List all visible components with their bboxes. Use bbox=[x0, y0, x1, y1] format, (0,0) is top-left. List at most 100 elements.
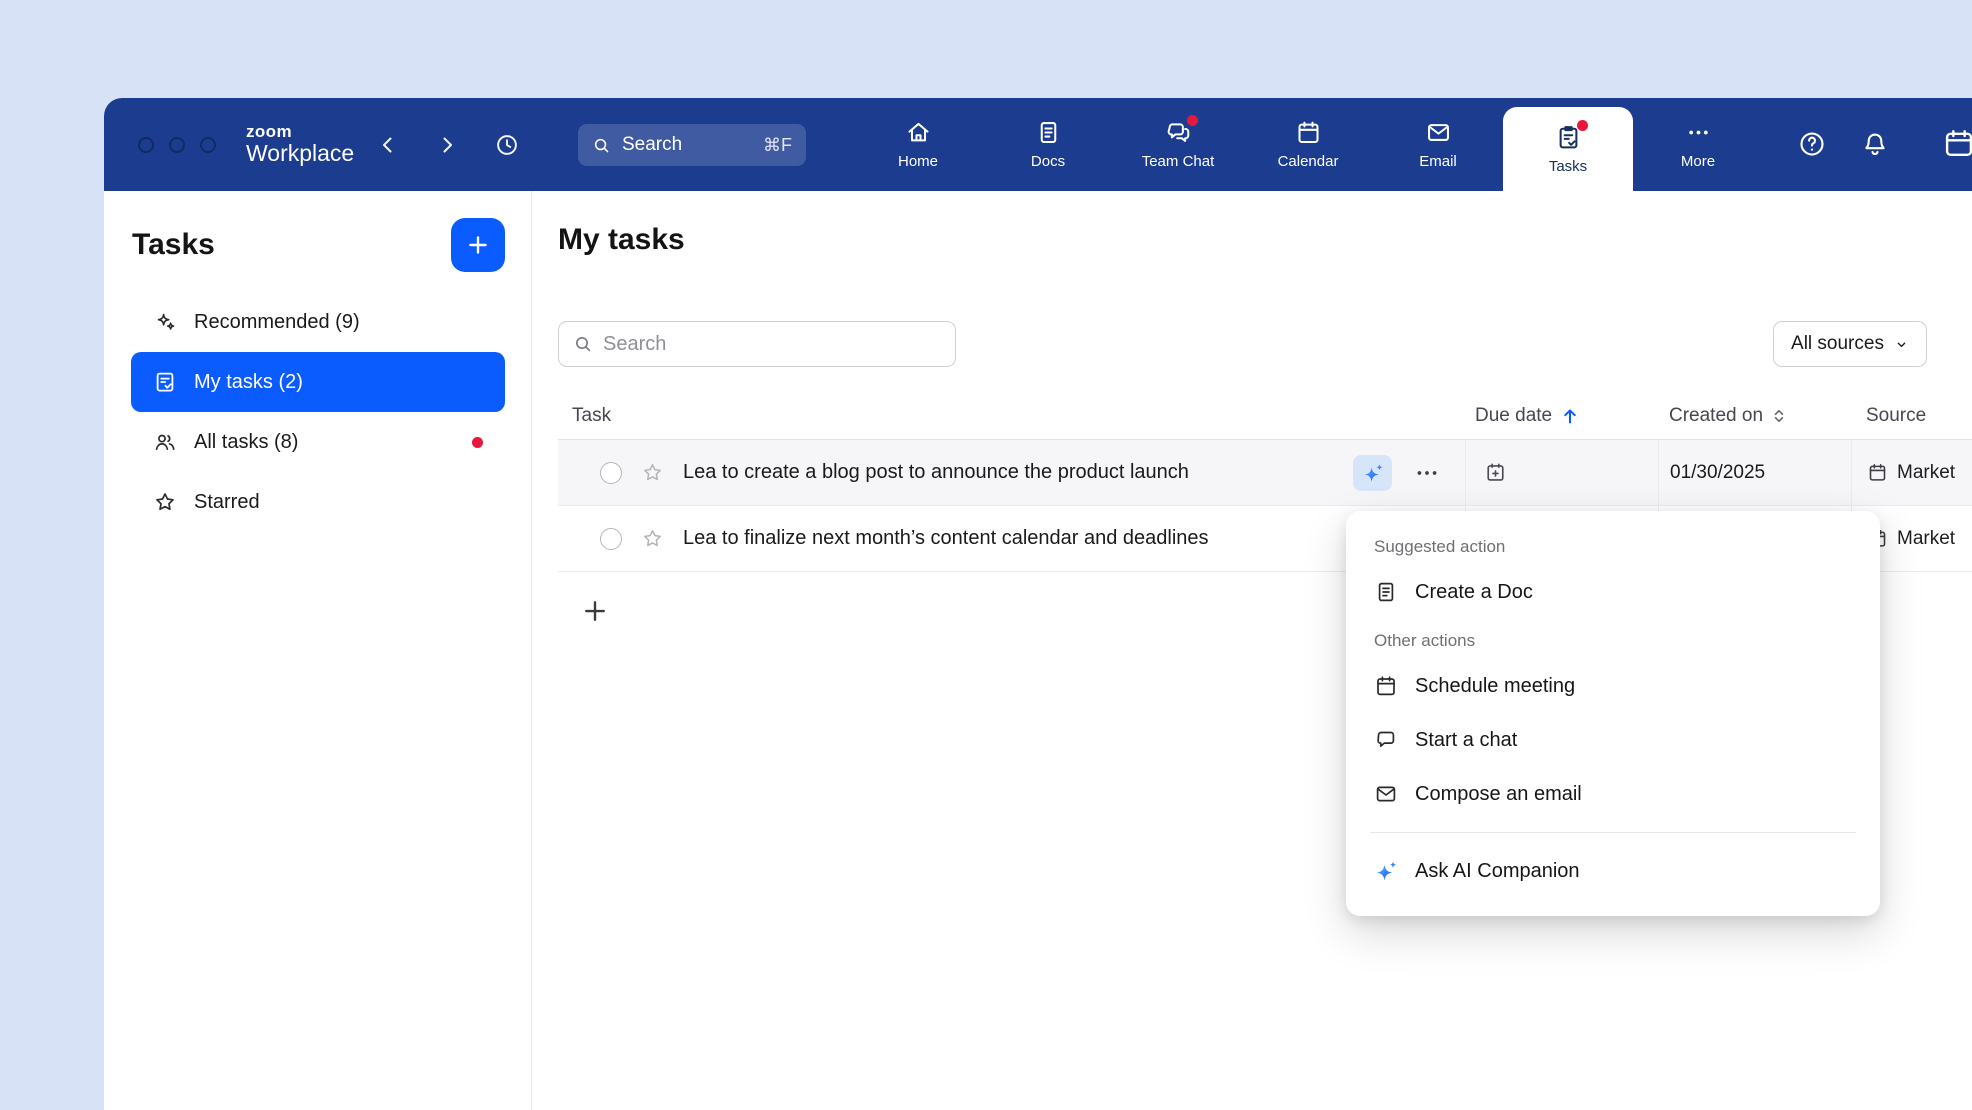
task-cell: Lea to create a blog post to announce th… bbox=[558, 440, 1465, 505]
sidebar-item-my-tasks[interactable]: My tasks (2) bbox=[131, 352, 505, 412]
ai-companion-icon bbox=[1362, 462, 1384, 484]
window-minimize-button[interactable] bbox=[169, 137, 185, 153]
column-created-on[interactable]: Created on bbox=[1658, 405, 1851, 427]
menu-item-create-doc[interactable]: Create a Doc bbox=[1346, 565, 1880, 619]
search-shortcut: ⌘F bbox=[763, 135, 792, 156]
due-date-cell[interactable] bbox=[1465, 440, 1658, 505]
calendar-add-icon bbox=[1484, 461, 1507, 484]
forward-icon[interactable] bbox=[435, 133, 459, 157]
menu-item-start-chat[interactable]: Start a chat bbox=[1346, 713, 1880, 767]
sources-filter[interactable]: All sources bbox=[1773, 321, 1927, 367]
logo-workplace-text: Workplace bbox=[246, 141, 354, 166]
page-title: My tasks bbox=[558, 223, 685, 257]
row-more-icon[interactable] bbox=[1410, 458, 1444, 488]
nav-team-chat-label: Team Chat bbox=[1142, 153, 1215, 170]
notifications-icon[interactable] bbox=[1860, 129, 1890, 159]
sidebar-item-label: Starred bbox=[194, 491, 260, 514]
task-title: Lea to create a blog post to announce th… bbox=[683, 461, 1189, 484]
sidebar: Tasks Recommended (9) My tasks (2) All t… bbox=[104, 191, 532, 1110]
sidebar-item-starred[interactable]: Starred bbox=[131, 472, 505, 532]
sort-ascending-icon bbox=[1560, 406, 1580, 426]
topbar: zoom Workplace Search ⌘F Home Docs bbox=[104, 98, 1972, 191]
task-complete-checkbox[interactable] bbox=[600, 462, 622, 484]
task-complete-checkbox[interactable] bbox=[600, 528, 622, 550]
global-search[interactable]: Search ⌘F bbox=[578, 124, 806, 166]
more-icon bbox=[1685, 119, 1712, 146]
menu-section-other: Other actions bbox=[1346, 619, 1880, 659]
star-icon[interactable] bbox=[641, 527, 664, 550]
main-content: My tasks All sources Task Due date Cre bbox=[532, 191, 1972, 1110]
menu-item-schedule-meeting[interactable]: Schedule meeting bbox=[1346, 659, 1880, 713]
column-due-date-label: Due date bbox=[1475, 405, 1552, 427]
back-icon[interactable] bbox=[376, 133, 400, 157]
nav-home[interactable]: Home bbox=[853, 98, 983, 191]
email-icon bbox=[1374, 782, 1398, 806]
menu-item-ask-ai-companion[interactable]: Ask AI Companion bbox=[1346, 844, 1880, 898]
doc-icon bbox=[1374, 580, 1398, 604]
table-header: Task Due date Created on Source bbox=[558, 392, 1972, 440]
schedule-icon[interactable] bbox=[1942, 127, 1972, 161]
nav-more[interactable]: More bbox=[1633, 98, 1763, 191]
tasks-icon bbox=[1555, 124, 1582, 151]
chevron-down-icon bbox=[1894, 337, 1909, 352]
sources-filter-label: All sources bbox=[1791, 333, 1884, 355]
sidebar-title: Tasks bbox=[132, 228, 215, 262]
task-cell: Lea to finalize next month’s content cal… bbox=[558, 506, 1465, 571]
window-close-button[interactable] bbox=[138, 137, 154, 153]
menu-item-compose-email[interactable]: Compose an email bbox=[1346, 767, 1880, 821]
nav-tasks[interactable]: Tasks bbox=[1503, 107, 1633, 191]
window-controls bbox=[138, 137, 216, 153]
sidebar-item-all-tasks[interactable]: All tasks (8) bbox=[131, 412, 505, 472]
team-chat-badge bbox=[1187, 115, 1198, 126]
menu-item-label: Ask AI Companion bbox=[1415, 860, 1580, 883]
nav-calendar-label: Calendar bbox=[1278, 153, 1339, 170]
menu-item-label: Start a chat bbox=[1415, 729, 1517, 752]
nav-team-chat[interactable]: Team Chat bbox=[1113, 98, 1243, 191]
sidebar-item-label: Recommended (9) bbox=[194, 311, 360, 334]
sidebar-list: Recommended (9) My tasks (2) All tasks (… bbox=[104, 292, 531, 532]
table-row[interactable]: Lea to create a blog post to announce th… bbox=[558, 440, 1972, 506]
column-due-date[interactable]: Due date bbox=[1465, 405, 1658, 427]
created-on-value: 01/30/2025 bbox=[1670, 462, 1765, 484]
menu-divider bbox=[1370, 832, 1856, 833]
nav-docs[interactable]: Docs bbox=[983, 98, 1113, 191]
search-placeholder: Search bbox=[622, 134, 682, 156]
add-task-inline-button[interactable] bbox=[580, 596, 610, 626]
ai-companion-button[interactable] bbox=[1353, 455, 1392, 491]
history-icon[interactable] bbox=[494, 132, 520, 158]
calendar-icon bbox=[1867, 462, 1888, 483]
nav-calendar[interactable]: Calendar bbox=[1243, 98, 1373, 191]
tasks-search-input[interactable] bbox=[603, 333, 941, 356]
help-icon[interactable] bbox=[1797, 129, 1827, 159]
tasks-search[interactable] bbox=[558, 321, 956, 367]
source-value: Market bbox=[1897, 462, 1955, 484]
docs-icon bbox=[1035, 119, 1062, 146]
plus-icon bbox=[465, 232, 491, 258]
logo-zoom-text: zoom bbox=[246, 123, 354, 141]
all-tasks-badge bbox=[472, 437, 483, 448]
column-source: Source bbox=[1851, 405, 1972, 427]
star-icon[interactable] bbox=[641, 461, 664, 484]
tasks-badge bbox=[1577, 120, 1588, 131]
sidebar-header: Tasks bbox=[104, 218, 531, 272]
team-chat-icon bbox=[1165, 119, 1192, 146]
menu-item-label: Create a Doc bbox=[1415, 581, 1533, 604]
menu-item-label: Schedule meeting bbox=[1415, 675, 1575, 698]
nav-tasks-label: Tasks bbox=[1549, 158, 1587, 175]
primary-nav: Home Docs Team Chat Calendar Email bbox=[853, 98, 1763, 191]
app-body: Tasks Recommended (9) My tasks (2) All t… bbox=[104, 191, 1972, 1110]
calendar-icon bbox=[1374, 674, 1398, 698]
nav-email[interactable]: Email bbox=[1373, 98, 1503, 191]
zoom-workplace-logo: zoom Workplace bbox=[246, 123, 354, 166]
sidebar-item-recommended[interactable]: Recommended (9) bbox=[131, 292, 505, 352]
app-window: zoom Workplace Search ⌘F Home Docs bbox=[104, 98, 1972, 1110]
home-icon bbox=[905, 119, 932, 146]
people-icon bbox=[153, 430, 177, 454]
ai-companion-icon bbox=[1374, 859, 1398, 883]
search-icon bbox=[592, 136, 611, 155]
source-cell: Market bbox=[1851, 440, 1972, 505]
window-zoom-button[interactable] bbox=[200, 137, 216, 153]
add-task-button[interactable] bbox=[451, 218, 505, 272]
sidebar-item-label: All tasks (8) bbox=[194, 431, 298, 454]
column-created-on-label: Created on bbox=[1669, 405, 1763, 427]
